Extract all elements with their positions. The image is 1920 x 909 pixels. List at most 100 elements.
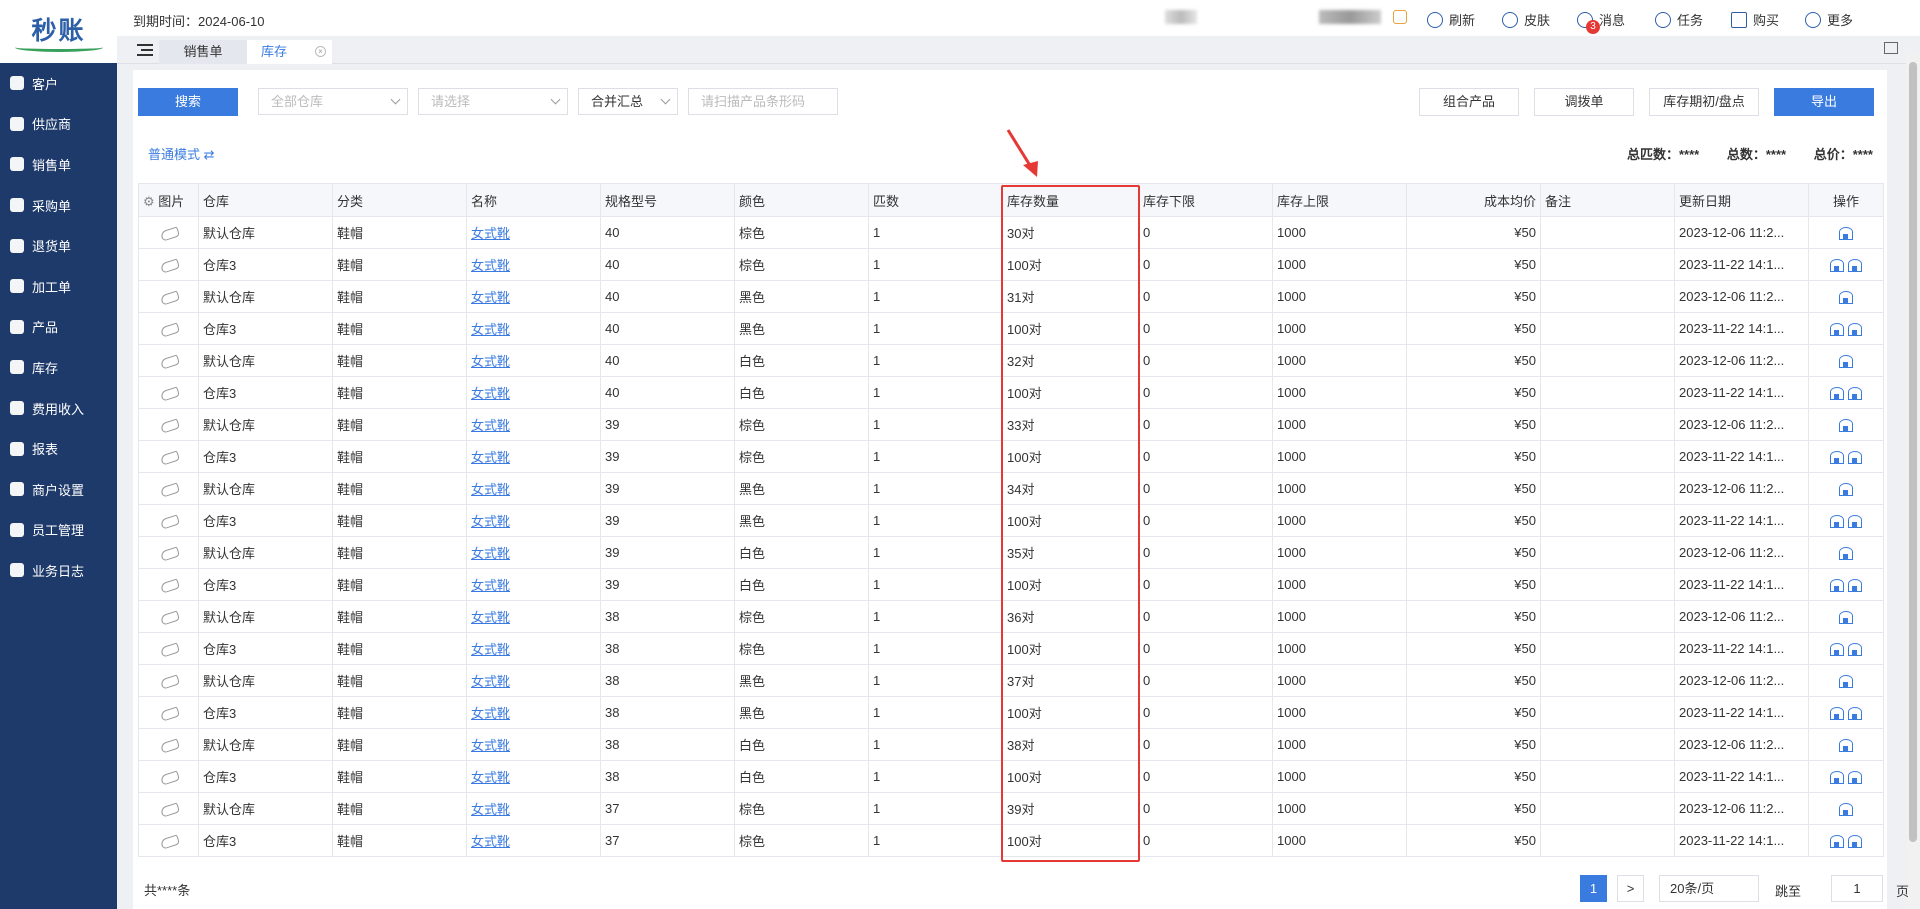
warehouse-view-icon[interactable] — [1830, 515, 1844, 529]
warehouse-transfer-icon[interactable] — [1848, 579, 1862, 593]
boot-thumbnail-icon[interactable] — [158, 384, 179, 401]
product-name-link[interactable]: 女式靴 — [471, 706, 510, 721]
column-header[interactable]: 操作 — [1808, 183, 1884, 217]
combo-product-button[interactable]: 组合产品 — [1419, 88, 1519, 116]
category-select[interactable]: 请选择 — [418, 88, 568, 115]
column-header[interactable]: 库存上限 — [1272, 183, 1407, 217]
product-name-link[interactable]: 女式靴 — [471, 674, 510, 689]
column-header[interactable]: 颜色 — [734, 183, 869, 217]
warehouse-view-icon[interactable] — [1839, 227, 1853, 241]
product-name-link[interactable]: 女式靴 — [471, 450, 510, 465]
product-name-link[interactable]: 女式靴 — [471, 482, 510, 497]
sidebar-item-7[interactable]: 库存 — [0, 347, 117, 388]
table-row[interactable]: 默认仓库 鞋帽 女式靴 39 黑色 1 34对 0 1000 ¥50 2023-12-06 11:2… — [138, 472, 1884, 505]
export-button[interactable]: 导出 — [1774, 88, 1874, 116]
page-size-select[interactable]: 20条/页 — [1659, 875, 1759, 902]
product-name-link[interactable]: 女式靴 — [471, 258, 510, 273]
table-row[interactable]: 仓库3 鞋帽 女式靴 38 白色 1 100对 0 1000 ¥50 2023-11-22 14:1… — [138, 760, 1884, 793]
sidebar-item-9[interactable]: 报表 — [0, 428, 117, 469]
warehouse-transfer-icon[interactable] — [1848, 515, 1862, 529]
warehouse-transfer-icon[interactable] — [1848, 643, 1862, 657]
column-header[interactable]: 备注 — [1540, 183, 1675, 217]
boot-thumbnail-icon[interactable] — [158, 512, 179, 529]
merge-select[interactable]: 合并汇总 — [578, 88, 678, 115]
warehouse-view-icon[interactable] — [1830, 835, 1844, 849]
sidebar-item-6[interactable]: 产品 — [0, 307, 117, 348]
jump-input[interactable]: 1 — [1831, 875, 1883, 902]
table-row[interactable]: 仓库3 鞋帽 女式靴 38 棕色 1 100对 0 1000 ¥50 2023-11-22 14:1… — [138, 632, 1884, 665]
vertical-scrollbar[interactable] — [1906, 54, 1920, 909]
sidebar-item-2[interactable]: 销售单 — [0, 144, 117, 185]
table-row[interactable]: 默认仓库 鞋帽 女式靴 39 棕色 1 33对 0 1000 ¥50 2023-12-06 11:2… — [138, 408, 1884, 441]
warehouse-view-icon[interactable] — [1839, 355, 1853, 369]
warehouse-transfer-icon[interactable] — [1848, 323, 1862, 337]
boot-thumbnail-icon[interactable] — [158, 544, 179, 561]
column-header[interactable]: 匹数 — [868, 183, 1003, 217]
warehouse-transfer-icon[interactable] — [1848, 387, 1862, 401]
warehouse-view-icon[interactable] — [1830, 451, 1844, 465]
product-name-link[interactable]: 女式靴 — [471, 770, 510, 785]
warehouse-transfer-icon[interactable] — [1848, 835, 1862, 849]
boot-thumbnail-icon[interactable] — [158, 832, 179, 849]
sidebar-item-11[interactable]: 员工管理 — [0, 510, 117, 551]
table-row[interactable]: 默认仓库 鞋帽 女式靴 38 白色 1 38对 0 1000 ¥50 2023-12-06 11:2… — [138, 728, 1884, 761]
column-header[interactable]: 名称 — [466, 183, 601, 217]
window-restore-icon[interactable] — [1884, 42, 1898, 54]
boot-thumbnail-icon[interactable] — [158, 800, 179, 817]
product-name-link[interactable]: 女式靴 — [471, 578, 510, 593]
column-header[interactable]: 库存下限 — [1138, 183, 1273, 217]
boot-thumbnail-icon[interactable] — [158, 672, 179, 689]
table-row[interactable]: 默认仓库 鞋帽 女式靴 38 黑色 1 37对 0 1000 ¥50 2023-12-06 11:2… — [138, 664, 1884, 697]
menu-toggle-icon[interactable] — [137, 44, 153, 56]
boot-thumbnail-icon[interactable] — [158, 576, 179, 593]
warehouse-view-icon[interactable] — [1839, 803, 1853, 817]
warehouse-view-icon[interactable] — [1830, 707, 1844, 721]
boot-thumbnail-icon[interactable] — [158, 608, 179, 625]
product-name-link[interactable]: 女式靴 — [471, 610, 510, 625]
table-row[interactable]: 仓库3 鞋帽 女式靴 39 白色 1 100对 0 1000 ¥50 2023-11-22 14:1… — [138, 568, 1884, 601]
product-name-link[interactable]: 女式靴 — [471, 386, 510, 401]
column-header[interactable]: 更新日期 — [1674, 183, 1809, 217]
warehouse-view-icon[interactable] — [1839, 291, 1853, 305]
skin-button[interactable]: 皮肤 — [1502, 10, 1550, 29]
boot-thumbnail-icon[interactable] — [158, 768, 179, 785]
sidebar-item-3[interactable]: 采购单 — [0, 185, 117, 226]
warehouse-view-icon[interactable] — [1830, 323, 1844, 337]
warehouse-view-icon[interactable] — [1839, 419, 1853, 433]
sidebar-item-5[interactable]: 加工单 — [0, 266, 117, 307]
warehouse-transfer-icon[interactable] — [1848, 771, 1862, 785]
table-row[interactable]: 默认仓库 鞋帽 女式靴 38 棕色 1 36对 0 1000 ¥50 2023-12-06 11:2… — [138, 600, 1884, 633]
boot-thumbnail-icon[interactable] — [158, 704, 179, 721]
table-row[interactable]: 仓库3 鞋帽 女式靴 39 棕色 1 100对 0 1000 ¥50 2023-11-22 14:1… — [138, 440, 1884, 473]
warehouse-view-icon[interactable] — [1839, 483, 1853, 497]
more-button[interactable]: 更多 — [1805, 10, 1853, 29]
warehouse-view-icon[interactable] — [1839, 675, 1853, 689]
barcode-input[interactable]: 请扫描产品条形码 — [688, 88, 838, 115]
task-button[interactable]: 任务 — [1655, 10, 1703, 29]
warehouse-view-icon[interactable] — [1830, 771, 1844, 785]
product-name-link[interactable]: 女式靴 — [471, 642, 510, 657]
warehouse-view-icon[interactable] — [1830, 259, 1844, 273]
next-page-button[interactable]: > — [1617, 875, 1644, 902]
column-header[interactable]: 分类 — [332, 183, 467, 217]
table-row[interactable]: 仓库3 鞋帽 女式靴 40 白色 1 100对 0 1000 ¥50 2023-11-22 14:1… — [138, 376, 1884, 409]
page-1-button[interactable]: 1 — [1580, 875, 1607, 902]
table-row[interactable]: 默认仓库 鞋帽 女式靴 40 黑色 1 31对 0 1000 ¥50 2023-12-06 11:2… — [138, 280, 1884, 313]
boot-thumbnail-icon[interactable] — [158, 320, 179, 337]
tab-inventory[interactable]: 库存 × — [247, 40, 332, 64]
sidebar-item-0[interactable]: 客户 — [0, 63, 117, 104]
table-row[interactable]: 默认仓库 鞋帽 女式靴 40 棕色 1 30对 0 1000 ¥50 2023-12-06 11:2… — [138, 216, 1884, 249]
crown-icon[interactable] — [1393, 10, 1413, 24]
transfer-button[interactable]: 调拨单 — [1534, 88, 1634, 116]
warehouse-select[interactable]: 全部仓库 — [258, 88, 408, 115]
warehouse-transfer-icon[interactable] — [1848, 259, 1862, 273]
stocktake-button[interactable]: 库存期初/盘点 — [1649, 88, 1759, 116]
refresh-button[interactable]: 刷新 — [1427, 10, 1475, 29]
product-name-link[interactable]: 女式靴 — [471, 546, 510, 561]
warehouse-view-icon[interactable] — [1839, 739, 1853, 753]
boot-thumbnail-icon[interactable] — [158, 640, 179, 657]
boot-thumbnail-icon[interactable] — [158, 288, 179, 305]
product-name-link[interactable]: 女式靴 — [471, 226, 510, 241]
column-header[interactable]: 成本均价 — [1406, 183, 1541, 217]
product-name-link[interactable]: 女式靴 — [471, 514, 510, 529]
